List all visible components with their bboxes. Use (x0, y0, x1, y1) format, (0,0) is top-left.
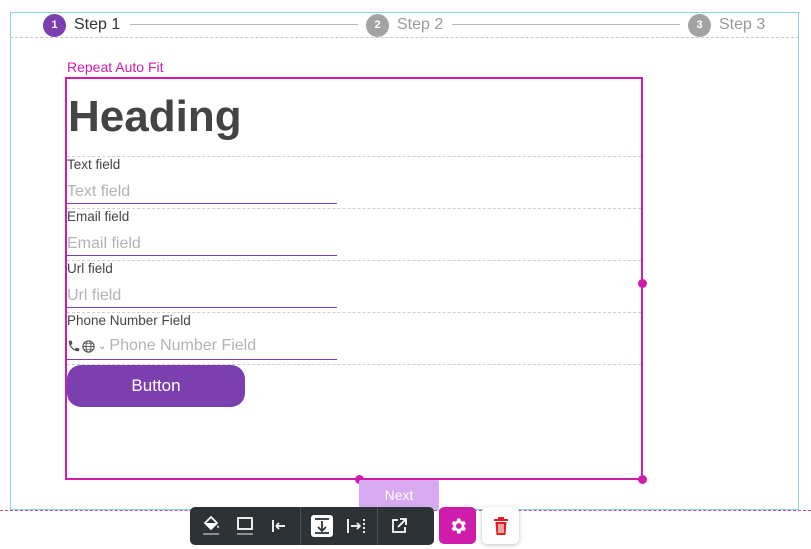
step-3[interactable]: 3 Step 3 (688, 13, 765, 37)
toolbar-separator (300, 507, 301, 545)
url-field-input[interactable] (67, 284, 337, 308)
country-selector[interactable]: ⌄ (67, 339, 109, 354)
step-label: Step 1 (74, 16, 121, 33)
step-label: Step 3 (719, 16, 766, 33)
align-left-icon[interactable] (262, 511, 296, 541)
phone-field-label: Phone Number Field (67, 313, 191, 328)
chevron-down-icon: ⌄ (98, 340, 107, 352)
delete-button[interactable] (482, 507, 519, 544)
phone-number-input[interactable] (109, 337, 337, 355)
open-external-icon[interactable] (382, 511, 416, 541)
text-field-label: Text field (67, 157, 121, 172)
stepper-divider (10, 37, 799, 38)
container-type-label: Repeat Auto Fit (67, 59, 164, 75)
trash-icon (493, 516, 508, 535)
row-separator (67, 260, 641, 261)
email-field-label: Email field (67, 209, 130, 224)
resize-handle-right[interactable] (638, 279, 647, 288)
row-separator (67, 156, 641, 157)
step-connector (452, 24, 680, 25)
phone-field: ⌄ (67, 333, 337, 360)
step-number: 3 (688, 13, 711, 37)
email-field-input[interactable] (67, 232, 337, 256)
element-toolbar (190, 507, 434, 545)
row-separator (67, 208, 641, 209)
step-connector (130, 24, 358, 25)
builder-canvas: 1 Step 1 2 Step 2 3 Step 3 Repeat Auto F… (0, 0, 811, 549)
resize-handle-corner[interactable] (638, 475, 647, 484)
step-number: 1 (43, 13, 66, 37)
settings-button[interactable] (439, 507, 476, 544)
phone-icon (68, 340, 80, 352)
step-label: Step 2 (397, 16, 444, 33)
paint-bucket-icon[interactable] (194, 511, 228, 541)
toolbar-separator (377, 507, 378, 545)
step-number: 2 (366, 13, 389, 37)
text-field-input[interactable] (67, 180, 337, 204)
form-button[interactable]: Button (67, 365, 245, 407)
fit-width-icon[interactable] (339, 511, 373, 541)
url-field-label: Url field (67, 261, 113, 276)
step-2[interactable]: 2 Step 2 (366, 13, 443, 37)
align-bottom-icon[interactable] (305, 511, 339, 541)
gear-icon (451, 518, 466, 533)
form-heading[interactable]: Heading (68, 92, 242, 142)
globe-icon (82, 339, 95, 353)
step-1[interactable]: 1 Step 1 (43, 13, 120, 37)
next-button[interactable]: Next (359, 480, 439, 509)
border-box-icon[interactable] (228, 511, 262, 541)
